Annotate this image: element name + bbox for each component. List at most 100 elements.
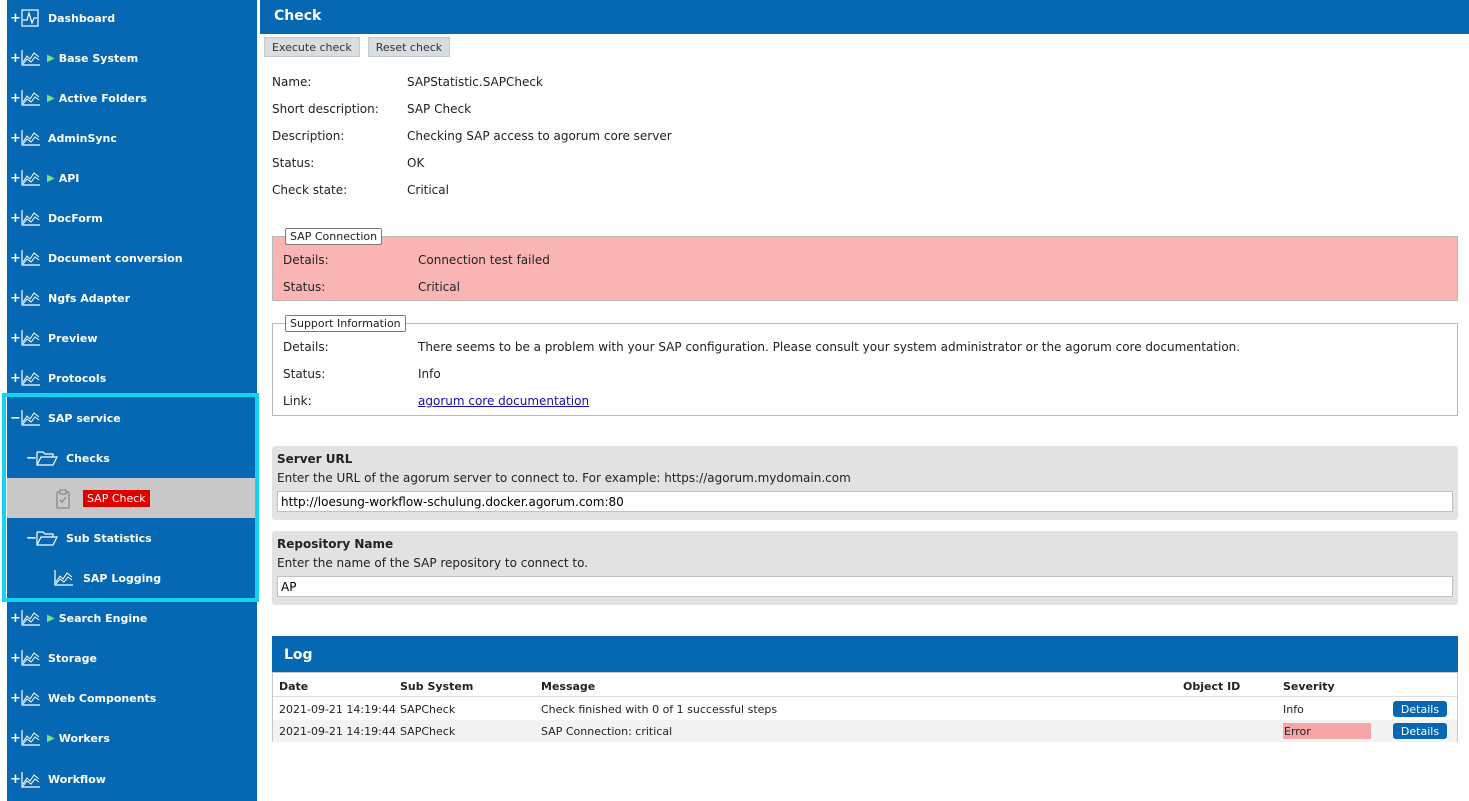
field-label: Status: bbox=[283, 280, 326, 294]
expand-icon[interactable]: + bbox=[10, 691, 21, 706]
info-label: Short description: bbox=[272, 102, 379, 116]
toolbar: Execute check Reset check bbox=[264, 37, 451, 57]
sidebar-item-label: Search Engine bbox=[58, 611, 148, 625]
sidebar-item-search-engine[interactable]: + ▶ Search Engine bbox=[7, 598, 257, 638]
chart-icon bbox=[20, 729, 42, 747]
sidebar-item-web-components[interactable]: + Web Components bbox=[7, 678, 257, 718]
folder-open-icon bbox=[36, 529, 58, 547]
sidebar-item-sap-logging[interactable]: SAP Logging bbox=[7, 558, 257, 598]
play-arrow-icon: ▶ bbox=[47, 732, 55, 744]
clipboard-check-icon bbox=[53, 489, 75, 509]
server-url-input[interactable] bbox=[277, 491, 1453, 512]
check-state: Critical bbox=[407, 183, 449, 197]
sidebar-item-storage[interactable]: + Storage bbox=[7, 638, 257, 678]
sidebar-item-label: Storage bbox=[48, 651, 97, 665]
sidebar-item-label: Checks bbox=[66, 451, 110, 465]
execute-check-button[interactable]: Execute check bbox=[264, 37, 360, 57]
sidebar-item-checks[interactable]: − Checks bbox=[7, 438, 257, 478]
log-table: Date Sub System Message Object ID Severi… bbox=[272, 672, 1458, 742]
sidebar-item-ngfs-adapter[interactable]: + Ngfs Adapter bbox=[7, 278, 257, 318]
field-label: Details: bbox=[283, 340, 329, 354]
sidebar-item-sap-check[interactable]: SAP Check bbox=[7, 478, 257, 518]
expand-icon[interactable]: + bbox=[10, 331, 21, 346]
expand-icon[interactable]: + bbox=[10, 91, 21, 106]
support-info-section: Support Information Details: There seems… bbox=[272, 315, 1458, 416]
sidebar-item-preview[interactable]: + Preview bbox=[7, 318, 257, 358]
chart-icon bbox=[20, 609, 42, 627]
chart-icon bbox=[20, 89, 42, 107]
connection-status: Critical bbox=[418, 280, 460, 294]
expand-icon[interactable]: + bbox=[10, 171, 21, 186]
info-label: Check state: bbox=[272, 183, 348, 197]
sidebar-item-base-system[interactable]: + ▶ Base System bbox=[7, 38, 257, 78]
sidebar-item-adminsync[interactable]: + AdminSync bbox=[7, 118, 257, 158]
sidebar-item-dashboard[interactable]: + Dashboard bbox=[7, 0, 257, 38]
sidebar-item-label: Document conversion bbox=[48, 251, 183, 265]
column-header-object-id: Object ID bbox=[1183, 680, 1241, 693]
log-date: 2021-09-21 14:19:44 bbox=[279, 703, 396, 716]
sidebar-item-api[interactable]: + ▶ API bbox=[7, 158, 257, 198]
check-status: OK bbox=[407, 156, 425, 170]
details-button[interactable]: Details bbox=[1393, 723, 1447, 739]
sidebar-item-label: Sub Statistics bbox=[66, 531, 152, 545]
sap-connection-section: SAP Connection Details: Connection test … bbox=[272, 228, 1458, 301]
table-row: 2021-09-21 14:19:44 SAPCheck Check finis… bbox=[273, 698, 1457, 720]
collapse-icon[interactable]: − bbox=[10, 411, 21, 426]
documentation-link[interactable]: agorum core documentation bbox=[418, 394, 589, 408]
repository-name-input[interactable] bbox=[277, 576, 1453, 597]
expand-icon[interactable]: + bbox=[10, 211, 21, 226]
log-subsystem: SAPCheck bbox=[400, 703, 456, 716]
sidebar-item-label: Protocols bbox=[48, 371, 107, 385]
collapse-icon[interactable]: − bbox=[26, 451, 37, 466]
section-legend: Support Information bbox=[285, 315, 406, 332]
sidebar-item-sap-service[interactable]: − SAP service bbox=[7, 398, 257, 438]
column-header-message: Message bbox=[541, 680, 596, 693]
sidebar-item-workflow[interactable]: + Workflow bbox=[7, 758, 257, 801]
sidebar-item-label: SAP Logging bbox=[83, 571, 162, 585]
sidebar-item-label: AdminSync bbox=[48, 131, 117, 145]
log-date: 2021-09-21 14:19:44 bbox=[279, 725, 396, 738]
expand-icon[interactable]: + bbox=[10, 371, 21, 386]
chart-icon bbox=[20, 329, 42, 347]
field-label: Link: bbox=[283, 394, 312, 408]
expand-icon[interactable]: + bbox=[10, 731, 21, 746]
sidebar-item-label: Workflow bbox=[48, 773, 106, 786]
table-header: Date Sub System Message Object ID Severi… bbox=[273, 675, 1457, 697]
sidebar-item-protocols[interactable]: + Protocols bbox=[7, 358, 257, 398]
expand-icon[interactable]: + bbox=[10, 651, 21, 666]
sidebar-item-label: Web Components bbox=[48, 691, 157, 705]
expand-icon[interactable]: + bbox=[10, 51, 21, 66]
field-description: Enter the URL of the agorum server to co… bbox=[277, 471, 851, 485]
expand-icon[interactable]: + bbox=[10, 11, 21, 26]
sidebar-item-document-conversion[interactable]: + Document conversion bbox=[7, 238, 257, 278]
sidebar-item-active-folders[interactable]: + ▶ Active Folders bbox=[7, 78, 257, 118]
log-severity: Info bbox=[1283, 703, 1304, 716]
field-title: Repository Name bbox=[277, 537, 394, 551]
field-label: Status: bbox=[283, 367, 326, 381]
play-arrow-icon: ▶ bbox=[47, 52, 55, 64]
expand-icon[interactable]: + bbox=[10, 611, 21, 626]
column-header-date: Date bbox=[279, 680, 309, 693]
play-arrow-icon: ▶ bbox=[47, 92, 55, 104]
reset-check-button[interactable]: Reset check bbox=[367, 37, 451, 57]
log-message: SAP Connection: critical bbox=[541, 725, 673, 738]
play-arrow-icon: ▶ bbox=[47, 172, 55, 184]
expand-icon[interactable]: + bbox=[10, 251, 21, 266]
sidebar-item-label: API bbox=[58, 171, 80, 185]
sidebar-item-label: Ngfs Adapter bbox=[48, 291, 131, 305]
details-button[interactable]: Details bbox=[1393, 701, 1447, 717]
collapse-icon[interactable]: − bbox=[26, 531, 37, 546]
dashboard-chart-icon bbox=[20, 9, 42, 27]
sidebar-item-workers[interactable]: + ▶ Workers bbox=[7, 718, 257, 758]
expand-icon[interactable]: + bbox=[10, 131, 21, 146]
expand-icon[interactable]: + bbox=[10, 772, 21, 787]
sidebar-item-label: Dashboard bbox=[48, 11, 116, 25]
table-row: 2021-09-21 14:19:44 SAPCheck SAP Connect… bbox=[273, 720, 1457, 742]
sidebar-item-sub-statistics[interactable]: − Sub Statistics bbox=[7, 518, 257, 558]
expand-icon[interactable]: + bbox=[10, 291, 21, 306]
sidebar-item-label: Workers bbox=[58, 731, 110, 745]
info-label: Name: bbox=[272, 75, 312, 89]
chart-icon bbox=[20, 249, 42, 267]
sidebar-item-docform[interactable]: + DocForm bbox=[7, 198, 257, 238]
section-legend: SAP Connection bbox=[285, 228, 383, 245]
